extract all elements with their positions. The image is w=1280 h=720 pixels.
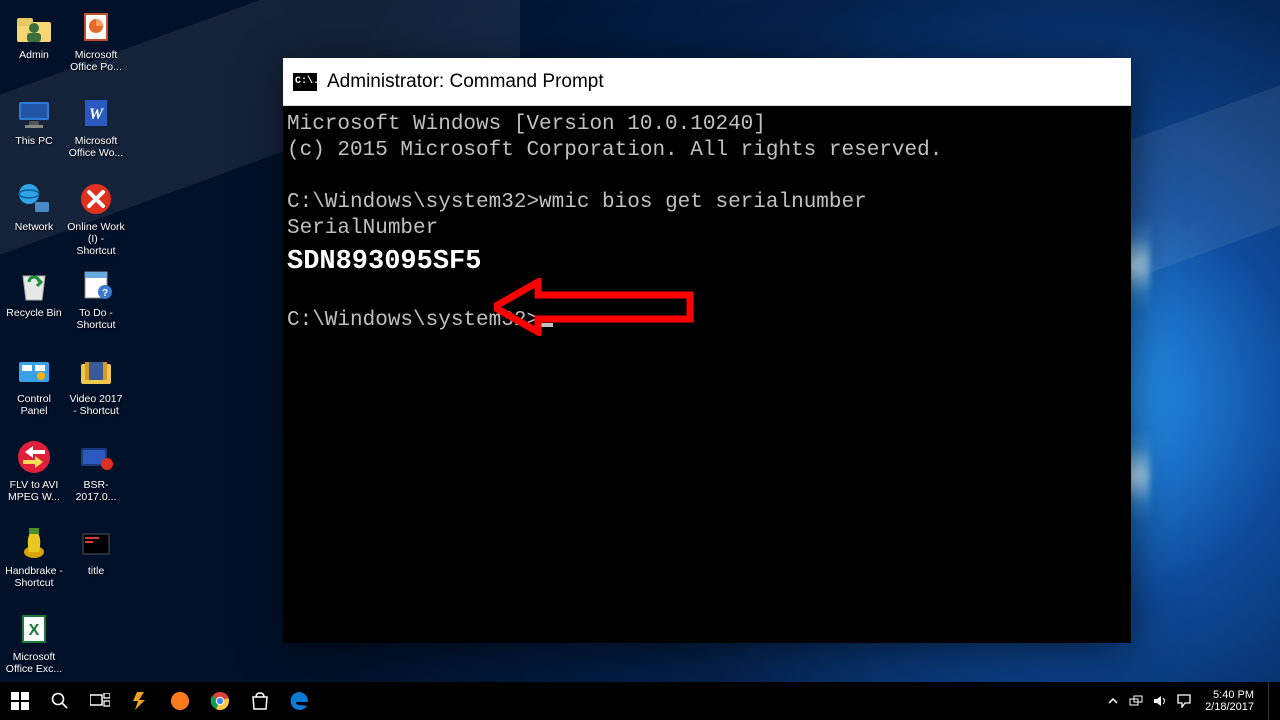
store-icon bbox=[250, 691, 270, 711]
desktop-icon-handbrake[interactable]: Handbrake - Shortcut bbox=[4, 520, 64, 604]
desktop-icon-admin[interactable]: Admin bbox=[4, 4, 64, 88]
control-panel-icon bbox=[15, 352, 53, 390]
desktop-icon-this-pc[interactable]: This PC bbox=[4, 90, 64, 174]
icon-label: Admin bbox=[19, 49, 49, 61]
search-button[interactable] bbox=[40, 682, 80, 720]
recycle-bin-icon bbox=[15, 266, 53, 304]
desktop-icon-title[interactable]: title bbox=[66, 520, 126, 604]
taskbar-app-edge[interactable] bbox=[280, 682, 320, 720]
user-folder-icon bbox=[15, 8, 53, 46]
serial-number-output: SDN893095SF5 bbox=[287, 247, 481, 277]
lightning-icon bbox=[130, 691, 150, 711]
taskbar-app-chrome[interactable] bbox=[200, 682, 240, 720]
volume-icon[interactable] bbox=[1153, 694, 1167, 708]
network-tray-icon[interactable] bbox=[1129, 694, 1143, 708]
banner-line-2: (c) 2015 Microsoft Corporation. All righ… bbox=[287, 139, 942, 162]
prompt-1: C:\Windows\system32> bbox=[287, 191, 539, 214]
icon-label: Online Work (I) - Shortcut bbox=[67, 221, 125, 257]
banner-line-1: Microsoft Windows [Version 10.0.10240] bbox=[287, 113, 766, 136]
taskbar-left bbox=[0, 682, 320, 720]
notepad-icon: ? bbox=[77, 266, 115, 304]
taskbar-right: 5:40 PM 2/18/2017 bbox=[1107, 682, 1280, 720]
icon-label: BSR-2017.0... bbox=[67, 479, 125, 503]
show-desktop-button[interactable] bbox=[1268, 682, 1274, 720]
icon-label: Video 2017 - Shortcut bbox=[67, 393, 125, 417]
recorder-icon bbox=[77, 438, 115, 476]
icon-label: Recycle Bin bbox=[6, 307, 61, 319]
start-button[interactable] bbox=[0, 682, 40, 720]
annotation-arrow-icon bbox=[494, 278, 694, 336]
handbrake-icon bbox=[15, 524, 53, 562]
desktop-icon-excel[interactable]: X Microsoft Office Exc... bbox=[4, 606, 64, 690]
desktop: Admin This PC Network Recycle Bin Contro… bbox=[4, 4, 126, 690]
chevron-up-icon[interactable] bbox=[1107, 695, 1119, 707]
task-view-icon bbox=[90, 693, 110, 709]
taskbar-clock[interactable]: 5:40 PM 2/18/2017 bbox=[1199, 689, 1260, 713]
command-prompt-window[interactable]: C:\. Administrator: Command Prompt Micro… bbox=[283, 58, 1131, 643]
desktop-icon-video[interactable]: Video 2017 - Shortcut bbox=[66, 348, 126, 432]
icon-label: Microsoft Office Exc... bbox=[5, 651, 63, 675]
error-shortcut-icon bbox=[77, 180, 115, 218]
icon-label: Microsoft Office Po... bbox=[67, 49, 125, 73]
cmd-file-icon bbox=[77, 524, 115, 562]
word-icon: W bbox=[77, 94, 115, 132]
edge-icon bbox=[289, 690, 311, 712]
desktop-icon-todo[interactable]: ? To Do - Shortcut bbox=[66, 262, 126, 346]
icon-label: title bbox=[88, 565, 104, 577]
icon-label: This PC bbox=[15, 135, 52, 147]
icon-label: Control Panel bbox=[5, 393, 63, 417]
svg-text:W: W bbox=[89, 106, 105, 123]
excel-icon: X bbox=[15, 610, 53, 648]
desktop-icon-recycle-bin[interactable]: Recycle Bin bbox=[4, 262, 64, 346]
cmd-app-icon: C:\. bbox=[293, 73, 317, 91]
icon-label: Handbrake - Shortcut bbox=[5, 565, 63, 589]
icon-label: To Do - Shortcut bbox=[67, 307, 125, 331]
converter-icon bbox=[15, 438, 53, 476]
taskbar-app-firefox[interactable] bbox=[160, 682, 200, 720]
chrome-icon bbox=[209, 690, 231, 712]
powerpoint-icon bbox=[77, 8, 115, 46]
output-header: SerialNumber bbox=[287, 217, 438, 240]
clock-time: 5:40 PM bbox=[1205, 689, 1254, 701]
icon-label: Network bbox=[15, 221, 54, 233]
system-tray[interactable] bbox=[1107, 694, 1191, 708]
taskbar: 5:40 PM 2/18/2017 bbox=[0, 682, 1280, 720]
search-icon bbox=[51, 692, 69, 710]
icon-label: FLV to AVI MPEG W... bbox=[5, 479, 63, 503]
svg-text:?: ? bbox=[102, 288, 108, 299]
svg-text:X: X bbox=[29, 622, 40, 639]
window-title: Administrator: Command Prompt bbox=[327, 71, 604, 93]
desktop-col-2: Microsoft Office Po... W Microsoft Offic… bbox=[66, 4, 126, 690]
task-view-button[interactable] bbox=[80, 682, 120, 720]
window-titlebar[interactable]: C:\. Administrator: Command Prompt bbox=[283, 58, 1131, 106]
desktop-icon-online-work[interactable]: Online Work (I) - Shortcut bbox=[66, 176, 126, 260]
firefox-icon bbox=[169, 690, 191, 712]
clock-date: 2/18/2017 bbox=[1205, 701, 1254, 713]
desktop-col-1: Admin This PC Network Recycle Bin Contro… bbox=[4, 4, 64, 690]
desktop-icon-word[interactable]: W Microsoft Office Wo... bbox=[66, 90, 126, 174]
taskbar-app-winamp[interactable] bbox=[120, 682, 160, 720]
windows-logo-icon bbox=[11, 692, 29, 710]
video-folder-icon bbox=[77, 352, 115, 390]
entered-command: wmic bios get serialnumber bbox=[539, 191, 867, 214]
network-icon bbox=[15, 180, 53, 218]
desktop-icon-bsr[interactable]: BSR-2017.0... bbox=[66, 434, 126, 518]
desktop-icon-network[interactable]: Network bbox=[4, 176, 64, 260]
computer-icon bbox=[15, 94, 53, 132]
taskbar-app-store[interactable] bbox=[240, 682, 280, 720]
icon-label: Microsoft Office Wo... bbox=[67, 135, 125, 159]
desktop-icon-flv-converter[interactable]: FLV to AVI MPEG W... bbox=[4, 434, 64, 518]
terminal-body[interactable]: Microsoft Windows [Version 10.0.10240] (… bbox=[283, 106, 1131, 390]
action-center-icon[interactable] bbox=[1177, 694, 1191, 708]
desktop-icon-powerpoint[interactable]: Microsoft Office Po... bbox=[66, 4, 126, 88]
desktop-icon-control-panel[interactable]: Control Panel bbox=[4, 348, 64, 432]
